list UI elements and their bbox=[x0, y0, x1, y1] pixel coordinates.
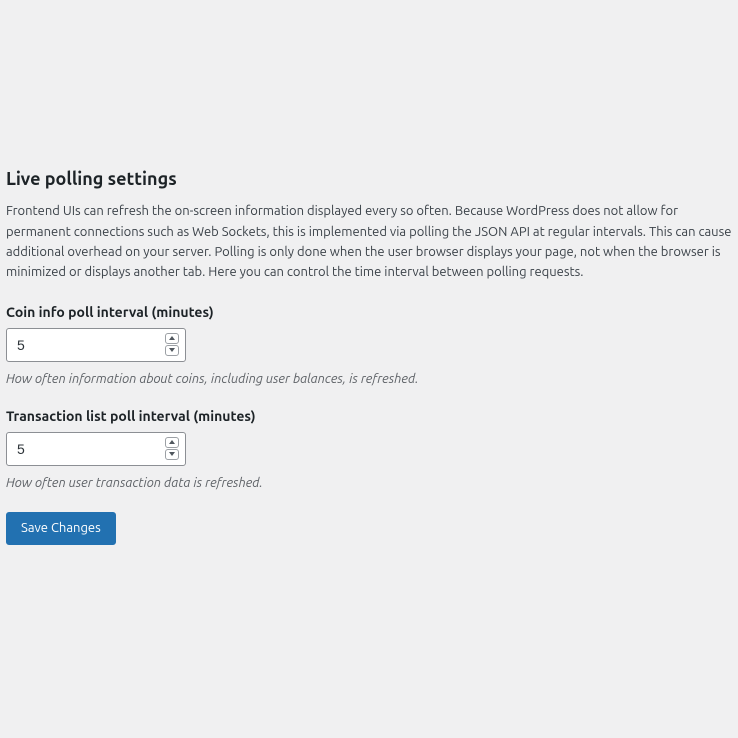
tx-interval-spinner bbox=[165, 437, 179, 460]
field-tx-interval: Transaction list poll interval (minutes)… bbox=[6, 408, 732, 490]
coin-interval-input[interactable] bbox=[7, 329, 157, 361]
chevron-down-icon[interactable] bbox=[165, 345, 179, 356]
chevron-up-icon[interactable] bbox=[165, 437, 179, 448]
save-button[interactable]: Save Changes bbox=[6, 512, 116, 545]
settings-section: Live polling settings Frontend UIs can r… bbox=[0, 0, 738, 545]
section-description: Frontend UIs can refresh the on-screen i… bbox=[6, 201, 732, 282]
coin-interval-spinner bbox=[165, 333, 179, 356]
section-title: Live polling settings bbox=[6, 168, 732, 191]
field-coin-interval: Coin info poll interval (minutes) How of… bbox=[6, 304, 732, 386]
chevron-down-icon[interactable] bbox=[165, 449, 179, 460]
tx-interval-input[interactable] bbox=[7, 433, 157, 465]
tx-interval-input-wrap bbox=[6, 432, 186, 466]
coin-interval-label: Coin info poll interval (minutes) bbox=[6, 304, 732, 320]
tx-interval-label: Transaction list poll interval (minutes) bbox=[6, 408, 732, 424]
coin-interval-input-wrap bbox=[6, 328, 186, 362]
tx-interval-description: How often user transaction data is refre… bbox=[6, 476, 732, 490]
chevron-up-icon[interactable] bbox=[165, 333, 179, 344]
submit-row: Save Changes bbox=[6, 512, 732, 545]
coin-interval-description: How often information about coins, inclu… bbox=[6, 372, 732, 386]
